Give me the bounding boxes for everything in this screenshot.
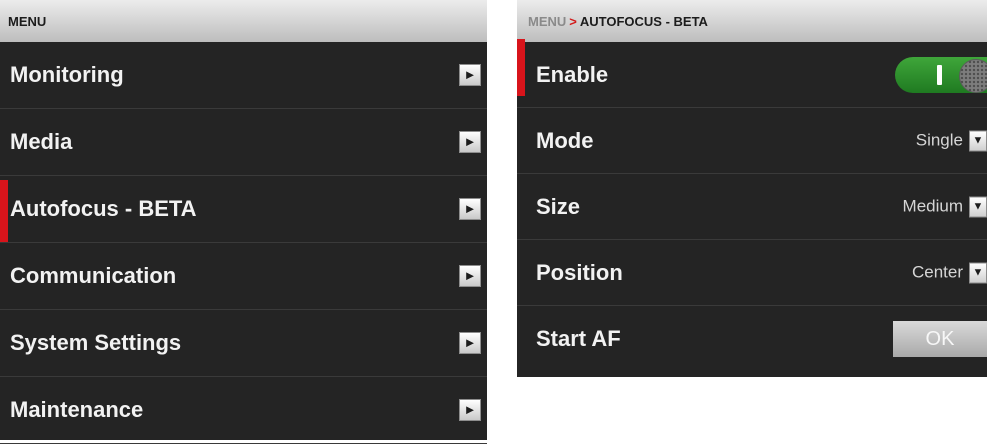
position-label: Position — [536, 259, 623, 285]
chevron-right-icon[interactable]: ► — [459, 332, 481, 354]
chevron-right-icon[interactable]: ► — [459, 265, 481, 287]
breadcrumb-separator: > — [569, 13, 577, 29]
selection-marker — [0, 180, 8, 242]
start-af-label: Start AF — [536, 326, 621, 351]
start-af-ok-button[interactable]: OK — [893, 321, 987, 357]
chevron-right-icon[interactable]: ► — [459, 64, 481, 86]
enable-toggle[interactable] — [895, 56, 987, 93]
chevron-right-icon[interactable]: ► — [459, 399, 481, 421]
menu-item-label: Monitoring — [10, 62, 124, 87]
menu-item-label: Communication — [10, 263, 177, 288]
enable-label: Enable — [536, 61, 609, 87]
chevron-down-icon[interactable]: ▼ — [969, 130, 987, 151]
menu-title: MENU — [8, 13, 47, 29]
menu-header: MENU — [0, 0, 487, 42]
chevron-right-icon[interactable]: ► — [459, 198, 481, 220]
mode-value: Single — [915, 130, 963, 150]
mode-row: Mode Single ▼ — [517, 108, 987, 174]
toggle-knob[interactable] — [959, 58, 987, 93]
menu-item-media[interactable]: Media ► — [0, 109, 487, 176]
menu-item-label: System Settings — [10, 330, 182, 355]
menu-item-autofocus-beta[interactable]: Autofocus - BETA ► — [0, 176, 487, 243]
position-row: Position Center ▼ — [517, 240, 987, 306]
menu-item-communication[interactable]: Communication ► — [0, 243, 487, 310]
position-value: Center — [911, 262, 963, 282]
menu-item-system-settings[interactable]: System Settings ► — [0, 310, 487, 377]
enable-row: Enable — [517, 39, 987, 108]
breadcrumb-current: AUTOFOCUS - BETA — [579, 13, 708, 29]
mode-dropdown[interactable]: Single ▼ — [916, 130, 987, 151]
start-af-row: Start AF OK — [517, 306, 987, 372]
chevron-down-icon[interactable]: ▼ — [969, 196, 987, 217]
menu-item-label: Maintenance — [10, 397, 144, 422]
autofocus-panel: MENU > AUTOFOCUS - BETA Enable Mode Sing… — [517, 0, 987, 377]
menu-item-label: Media — [10, 129, 73, 154]
menu-item-maintenance[interactable]: Maintenance ► — [0, 377, 487, 444]
size-label: Size — [536, 193, 581, 219]
menu-item-monitoring[interactable]: Monitoring ► — [0, 42, 487, 109]
size-value: Medium — [902, 196, 963, 216]
breadcrumb: MENU > AUTOFOCUS - BETA — [517, 0, 987, 42]
chevron-down-icon[interactable]: ▼ — [969, 262, 987, 283]
breadcrumb-root[interactable]: MENU — [528, 14, 566, 29]
toggle-on-indicator-icon — [937, 64, 942, 85]
size-dropdown[interactable]: Medium ▼ — [903, 196, 987, 217]
selection-marker — [517, 39, 525, 96]
chevron-right-icon[interactable]: ► — [459, 131, 481, 153]
main-menu-panel: MENU Monitoring ► Media ► Autofocus - BE… — [0, 0, 487, 444]
position-dropdown[interactable]: Center ▼ — [912, 262, 987, 283]
mode-label: Mode — [536, 127, 594, 153]
size-row: Size Medium ▼ — [517, 174, 987, 240]
menu-item-label: Autofocus - BETA — [10, 196, 197, 221]
